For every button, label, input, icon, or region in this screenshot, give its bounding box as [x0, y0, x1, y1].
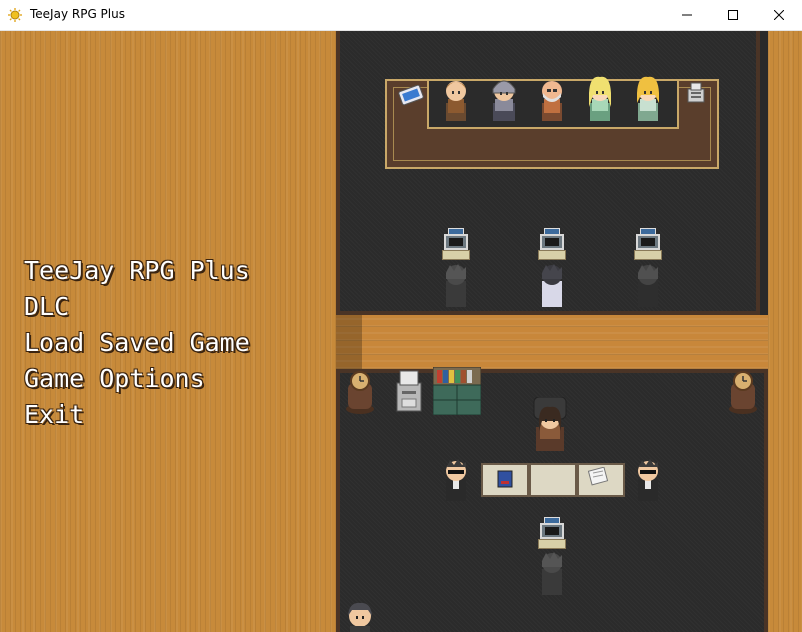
computer-monitor	[536, 228, 568, 264]
clock-icon	[346, 371, 374, 414]
wood-floor-corridor	[336, 315, 768, 369]
close-icon	[774, 10, 784, 20]
character-sprite	[638, 459, 658, 501]
menu-item-game-options[interactable]: Game Options	[24, 361, 250, 397]
character-sprite	[492, 80, 516, 121]
character-sprite	[533, 397, 567, 451]
printer-icon	[396, 370, 422, 412]
office-desk	[529, 463, 577, 497]
tablet-icon	[398, 85, 424, 106]
book-icon	[497, 470, 513, 488]
minimize-button[interactable]	[664, 0, 710, 30]
sun-icon	[8, 8, 22, 22]
character-sprite	[638, 264, 658, 307]
bookshelf-icon	[433, 367, 481, 415]
menu-item-load-saved-game[interactable]: Load Saved Game	[24, 325, 250, 361]
minimize-icon	[682, 14, 692, 16]
character-sprite	[542, 264, 562, 307]
character-sprite	[446, 264, 466, 307]
player-character-sprite	[348, 602, 372, 632]
character-sprite	[446, 459, 466, 501]
computer-monitor	[536, 517, 568, 553]
telephone-icon	[687, 82, 705, 103]
character-sprite	[446, 81, 466, 121]
menu-item-dlc[interactable]: DLC	[24, 289, 250, 325]
title-menu: TeeJay RPG Plus DLC Load Saved Game Game…	[24, 253, 250, 433]
computer-monitor	[632, 228, 664, 264]
character-sprite	[542, 81, 562, 121]
clock-icon	[729, 371, 757, 414]
game-window: TeeJay RPG Plus TeeJay RPG Plus DLC Load…	[0, 0, 802, 632]
computer-monitor	[440, 228, 472, 264]
game-viewport[interactable]: TeeJay RPG Plus DLC Load Saved Game Game…	[0, 31, 802, 632]
character-sprite	[637, 76, 659, 121]
close-button[interactable]	[756, 0, 802, 30]
character-sprite	[542, 552, 562, 595]
maximize-button[interactable]	[710, 0, 756, 30]
menu-item-new-game[interactable]: TeeJay RPG Plus	[24, 253, 250, 289]
menu-item-exit[interactable]: Exit	[24, 397, 250, 433]
wood-wall-right	[768, 31, 802, 632]
window-title: TeeJay RPG Plus	[30, 7, 125, 21]
document-icon	[588, 467, 609, 486]
maximize-icon	[728, 10, 738, 20]
title-bar[interactable]: TeeJay RPG Plus	[0, 0, 802, 31]
character-sprite	[589, 76, 611, 121]
